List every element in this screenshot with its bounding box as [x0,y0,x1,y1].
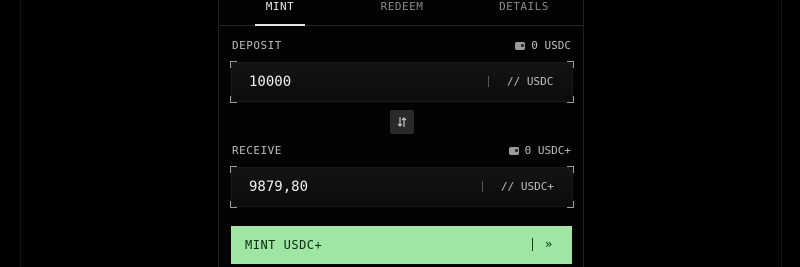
corner-bracket [567,166,574,173]
double-chevron-right-icon: » [545,237,553,251]
corner-bracket [567,201,574,208]
receive-balance-value: 0 USDC+ [524,144,571,157]
corner-bracket [567,61,574,68]
wallet-icon [515,41,526,50]
corner-bracket [230,61,237,68]
deposit-field: // USDC [230,61,574,103]
tab-redeem[interactable]: REDEEM [376,0,428,26]
tab-active-underline [255,24,305,26]
mint-usdc-plus-button[interactable]: MINT USDC+ » [231,226,572,264]
field-divider [482,181,483,192]
corner-bracket [567,96,574,103]
swap-arrows-icon [397,117,407,127]
tab-mint-label: MINT [265,0,295,13]
corner-bracket [230,96,237,103]
receive-label: RECEIVE [232,144,282,157]
field-divider [488,76,489,87]
corner-bracket [230,201,237,208]
mint-panel: MINT REDEEM DETAILS DEPOSIT 0 USDC // US… [218,0,584,267]
swap-button[interactable] [390,110,414,134]
wallet-icon [508,146,519,155]
deposit-balance: 0 USDC [515,39,571,52]
deposit-balance-value: 0 USDC [531,39,571,52]
receive-field: // USDC+ [230,166,574,208]
tab-details[interactable]: DETAILS [498,0,550,26]
tab-mint[interactable]: MINT [255,0,305,26]
deposit-label: DEPOSIT [232,39,282,52]
button-divider [532,238,533,251]
corner-bracket [230,166,237,173]
tab-redeem-label: REDEEM [380,0,424,13]
deposit-unit: // USDC [507,75,554,88]
tab-details-label: DETAILS [499,0,549,13]
receive-amount-input[interactable] [249,167,469,207]
receive-balance: 0 USDC+ [508,144,571,157]
tab-bar: MINT REDEEM DETAILS [219,0,583,26]
receive-unit: // USDC+ [501,180,554,193]
deposit-amount-input[interactable] [249,62,469,102]
mint-button-label: MINT USDC+ [245,238,323,252]
